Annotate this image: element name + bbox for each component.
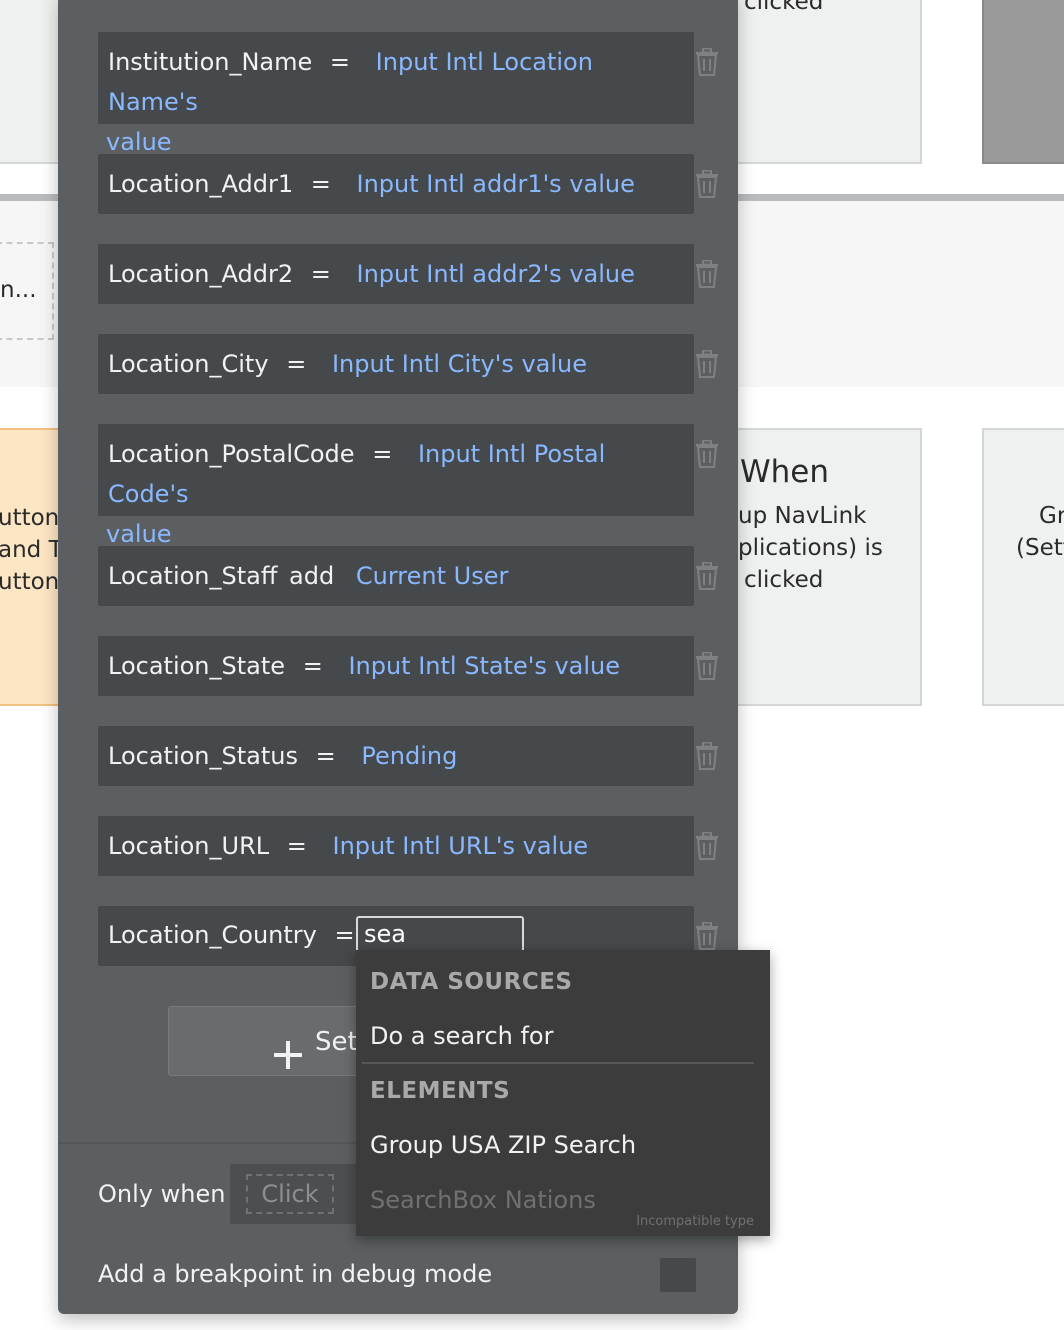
dropdown-divider bbox=[362, 1062, 754, 1064]
trash-icon[interactable] bbox=[695, 350, 719, 378]
trash-icon[interactable] bbox=[695, 742, 719, 770]
field-name: Location_City bbox=[108, 350, 269, 378]
field-name: Institution_Name bbox=[108, 48, 313, 76]
field-name: Location_Addr1 bbox=[108, 170, 294, 198]
trash-icon[interactable] bbox=[695, 260, 719, 288]
field-row-location-addr2[interactable]: Location_Addr2 = Input Intl addr2's valu… bbox=[98, 244, 694, 304]
dropdown-section-header: DATA SOURCES bbox=[370, 969, 573, 995]
field-row-location-state[interactable]: Location_State = Input Intl State's valu… bbox=[98, 636, 694, 696]
condition-placeholder[interactable]: Click bbox=[246, 1174, 334, 1214]
dynamic-expression-input[interactable] bbox=[356, 916, 524, 952]
field-value[interactable]: Pending bbox=[361, 742, 457, 770]
field-name: Location_Staff bbox=[108, 562, 278, 590]
event-card-selected[interactable]: utton and T utton bbox=[0, 428, 66, 706]
field-operator: = bbox=[372, 440, 393, 468]
trash-icon[interactable] bbox=[695, 832, 719, 860]
event-card-title: When bbox=[740, 454, 830, 490]
trash-icon[interactable] bbox=[695, 48, 719, 76]
event-card-line-2: plications) is bbox=[738, 535, 883, 561]
field-name: Location_State bbox=[108, 652, 286, 680]
event-card-right[interactable]: Gr (Sett bbox=[982, 428, 1064, 706]
field-operator: = bbox=[315, 742, 336, 770]
event-card-line-2: and T bbox=[0, 537, 63, 563]
field-row-location-url[interactable]: Location_URL = Input Intl URL's value bbox=[98, 816, 694, 876]
field-value[interactable]: Current User bbox=[356, 562, 508, 590]
field-operator: = bbox=[310, 170, 331, 198]
breakpoint-label: Add a breakpoint in debug mode bbox=[98, 1260, 493, 1288]
placeholder-action-box[interactable]: n... bbox=[0, 242, 54, 340]
field-value-wrap[interactable]: value bbox=[106, 520, 172, 548]
trash-icon[interactable] bbox=[695, 652, 719, 680]
event-card-line-1: Gr bbox=[1039, 503, 1064, 529]
field-value-wrap[interactable]: value bbox=[106, 128, 172, 156]
dropdown-item-do-a-search[interactable]: Do a search for bbox=[370, 1020, 553, 1052]
field-name: Location_URL bbox=[108, 832, 270, 860]
field-operator: = bbox=[310, 260, 331, 288]
field-row-location-staff[interactable]: Location_Staff add Current User bbox=[98, 546, 694, 606]
event-card-when[interactable]: When up NavLink plications) is clicked bbox=[730, 428, 922, 706]
trash-icon[interactable] bbox=[695, 922, 719, 950]
event-card-line-1: up NavLink bbox=[738, 503, 867, 529]
event-card-line-2: (Sett bbox=[1016, 535, 1064, 561]
field-value[interactable]: Input Intl City's value bbox=[332, 350, 587, 378]
field-value[interactable]: Input Intl addr1's value bbox=[357, 170, 635, 198]
field-operator: = bbox=[286, 832, 307, 860]
event-card-top-middle[interactable]: clicked bbox=[730, 0, 922, 164]
field-operator: = bbox=[286, 350, 307, 378]
trash-icon[interactable] bbox=[695, 170, 719, 198]
trash-icon[interactable] bbox=[695, 440, 719, 468]
only-when-label: Only when bbox=[98, 1180, 226, 1208]
placeholder-action-text: n... bbox=[0, 277, 37, 303]
dropdown-item-searchbox-nations: SearchBox Nations bbox=[370, 1186, 596, 1214]
field-operator: = bbox=[329, 48, 351, 76]
field-row-location-status[interactable]: Location_Status = Pending bbox=[98, 726, 694, 786]
field-operator: = bbox=[302, 652, 323, 680]
event-card-line-3: clicked bbox=[744, 567, 824, 593]
field-name: Location_Country bbox=[108, 921, 317, 949]
field-name: Location_Status bbox=[108, 742, 298, 770]
plus-icon bbox=[273, 1027, 303, 1069]
field-value[interactable]: Input Intl addr2's value bbox=[357, 260, 635, 288]
field-operator: = bbox=[334, 921, 355, 949]
expression-autocomplete-dropdown: DATA SOURCES Do a search for ELEMENTS Gr… bbox=[356, 950, 770, 1236]
event-card-top-right[interactable] bbox=[982, 0, 1064, 164]
event-card-text: clicked bbox=[744, 0, 824, 15]
field-row-location-postalcode[interactable]: Location_PostalCode = Input Intl Postal … bbox=[98, 424, 694, 548]
breakpoint-checkbox[interactable] bbox=[660, 1258, 696, 1292]
field-row-location-addr1[interactable]: Location_Addr1 = Input Intl addr1's valu… bbox=[98, 154, 694, 214]
field-name: Location_Addr2 bbox=[108, 260, 294, 288]
dropdown-item-group-zip-search[interactable]: Group USA ZIP Search bbox=[370, 1129, 636, 1161]
field-value[interactable]: Input Intl URL's value bbox=[333, 832, 589, 860]
event-card-top-left[interactable] bbox=[0, 0, 66, 164]
field-value[interactable]: Input Intl State's value bbox=[348, 652, 620, 680]
field-row-location-city[interactable]: Location_City = Input Intl City's value bbox=[98, 334, 694, 394]
event-card-line-1: utton bbox=[0, 505, 60, 531]
field-name: Location_PostalCode bbox=[108, 440, 355, 468]
set-another-field-label: Set bbox=[315, 1027, 358, 1057]
dropdown-section-header: ELEMENTS bbox=[370, 1078, 511, 1104]
event-card-line-3: utton bbox=[0, 569, 60, 595]
trash-icon[interactable] bbox=[695, 562, 719, 590]
field-operator: add bbox=[289, 562, 335, 590]
field-row-institution-name[interactable]: Institution_Name = Input Intl Location N… bbox=[98, 32, 694, 156]
incompatible-type-note: Incompatible type bbox=[636, 1214, 754, 1229]
